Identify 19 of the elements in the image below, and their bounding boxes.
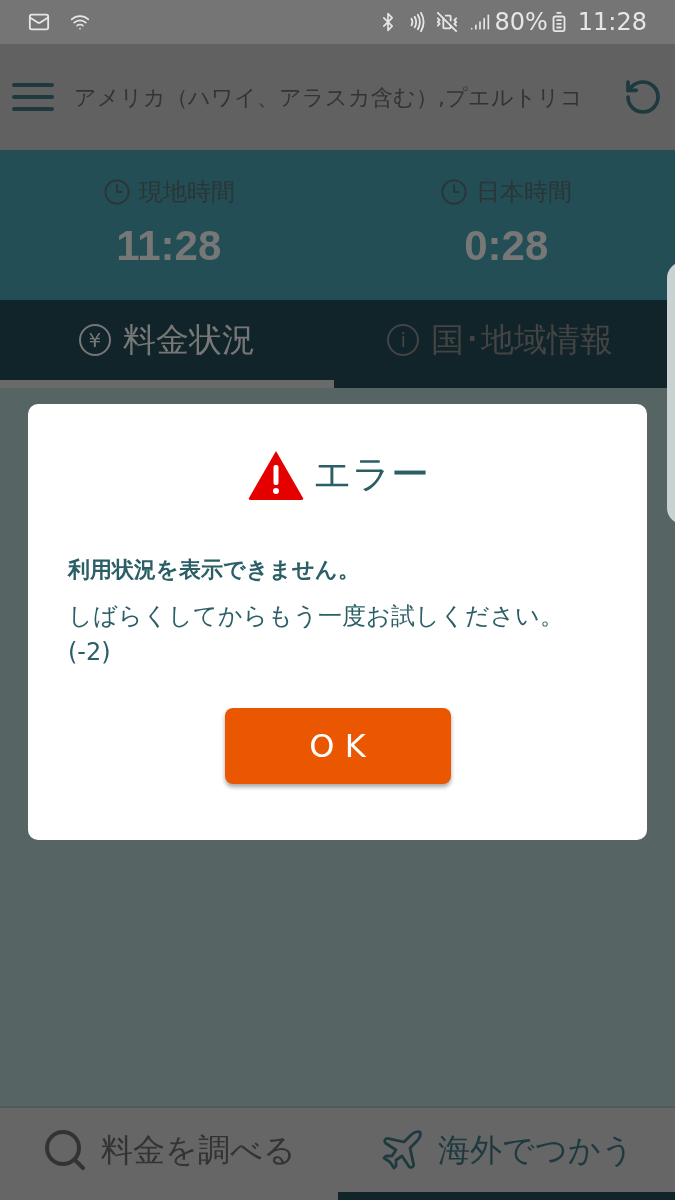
- dialog-title: エラー: [312, 451, 429, 498]
- battery-percent: 80%: [494, 7, 548, 38]
- signal-icon: [470, 12, 491, 32]
- error-code: (-2): [68, 637, 112, 668]
- vibrate-off-icon: [436, 11, 459, 33]
- mail-icon: [28, 11, 50, 33]
- clock-value: 11:28: [116, 221, 222, 271]
- refresh-button[interactable]: [623, 77, 663, 117]
- clock-icon: [440, 178, 469, 206]
- clock-time: 11:28: [577, 7, 647, 38]
- wifi-icon: [70, 12, 90, 32]
- ok-button[interactable]: O K: [224, 708, 451, 784]
- nav-tab[interactable]: 海外でつかう: [337, 1108, 675, 1200]
- clock-value: 0:28: [464, 221, 549, 271]
- clock-icon: [102, 178, 131, 206]
- error-message: しばらくしてからもう一度お試しください。: [68, 601, 565, 632]
- tab[interactable]: ¥ 料金状況: [0, 300, 334, 388]
- error-heading: 利用状況を表示できません。: [68, 556, 361, 584]
- tab-icon: ¥: [78, 324, 111, 356]
